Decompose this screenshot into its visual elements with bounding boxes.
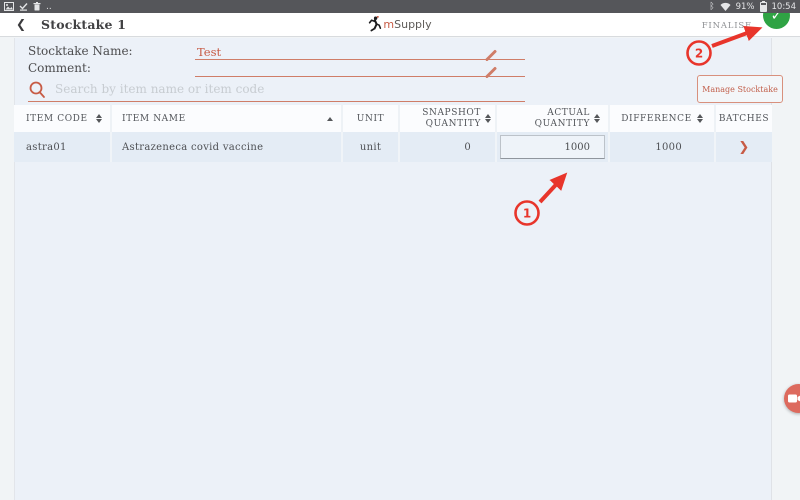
battery-icon xyxy=(760,2,767,12)
sort-icon xyxy=(697,114,703,123)
stocktake-name-value: Test xyxy=(197,45,221,59)
brand-m: m xyxy=(383,18,394,31)
column-header-batches[interactable]: BATCHES xyxy=(714,105,772,132)
search-input[interactable] xyxy=(47,82,525,98)
brand-supply: Supply xyxy=(394,18,432,31)
battery-percent: 91% xyxy=(736,2,755,12)
edit-pencil-icon[interactable] xyxy=(485,63,497,75)
bluetooth-icon: ᛒ xyxy=(709,2,714,12)
screenshot-icon xyxy=(4,2,14,11)
search-icon xyxy=(28,80,47,99)
item-code-cell: astra01 xyxy=(14,132,110,162)
page-title: Stocktake 1 xyxy=(41,17,126,32)
batches-cell[interactable]: ❯ xyxy=(714,132,772,162)
sort-icon xyxy=(594,114,600,123)
system-icons: ᛒ 91% 10:54 xyxy=(709,2,796,12)
sort-icon xyxy=(485,114,491,123)
wifi-icon xyxy=(720,2,731,11)
android-status-bar: ‥ ᛒ 91% 10:54 xyxy=(0,0,800,13)
actual-quantity-input[interactable] xyxy=(500,135,605,159)
clock: 10:54 xyxy=(772,2,797,12)
runner-icon xyxy=(368,16,381,32)
item-name-cell: Astrazeneca covid vaccine xyxy=(110,132,341,162)
column-header-actual-quantity[interactable]: ACTUAL QUANTITY xyxy=(495,105,608,132)
table-row[interactable]: astra01 Astrazeneca covid vaccine unit 0… xyxy=(14,132,772,162)
sort-ascending-icon xyxy=(327,117,333,121)
batches-chevron-icon: ❯ xyxy=(738,140,749,155)
comment-label: Comment: xyxy=(28,61,91,75)
column-header-snapshot-quantity[interactable]: SNAPSHOT QUANTITY xyxy=(398,105,495,132)
sort-icon xyxy=(96,114,102,123)
notification-icons: ‥ xyxy=(4,2,53,12)
edit-pencil-icon[interactable] xyxy=(485,46,497,58)
more-notifications-icon: ‥ xyxy=(46,2,53,12)
actual-quantity-cell xyxy=(495,132,608,162)
column-header-unit[interactable]: UNIT xyxy=(341,105,398,132)
column-header-item-code[interactable]: ITEM CODE xyxy=(14,105,110,132)
download-done-icon xyxy=(19,2,28,11)
stocktake-name-label: Stocktake Name: xyxy=(28,44,133,58)
difference-cell: 1000 xyxy=(608,132,714,162)
column-header-item-name[interactable]: ITEM NAME xyxy=(110,105,341,132)
item-search-bar xyxy=(28,78,525,102)
trash-icon xyxy=(33,2,41,11)
app-header: ❮ Stocktake 1 mSupply FINALISE xyxy=(0,13,800,37)
video-camera-icon xyxy=(788,394,800,403)
app-screen: ‥ ᛒ 91% 10:54 ❮ Stocktake 1 mSupply xyxy=(0,0,800,500)
screen-recorder-fab[interactable] xyxy=(784,384,800,413)
table-header: ITEM CODE ITEM NAME UNIT SNAPSHOT QUANTI… xyxy=(14,105,772,132)
back-button[interactable]: ❮ xyxy=(16,17,26,31)
msupply-logo: mSupply xyxy=(368,16,431,32)
unit-cell: unit xyxy=(341,132,398,162)
stocktake-name-field[interactable]: Test xyxy=(195,44,525,60)
snapshot-quantity-cell: 0 xyxy=(398,132,495,162)
finalise-label[interactable]: FINALISE xyxy=(702,21,752,31)
manage-stocktake-button[interactable]: Manage Stocktake xyxy=(697,75,783,103)
comment-field[interactable] xyxy=(195,61,525,77)
column-header-difference[interactable]: DIFFERENCE xyxy=(608,105,714,132)
